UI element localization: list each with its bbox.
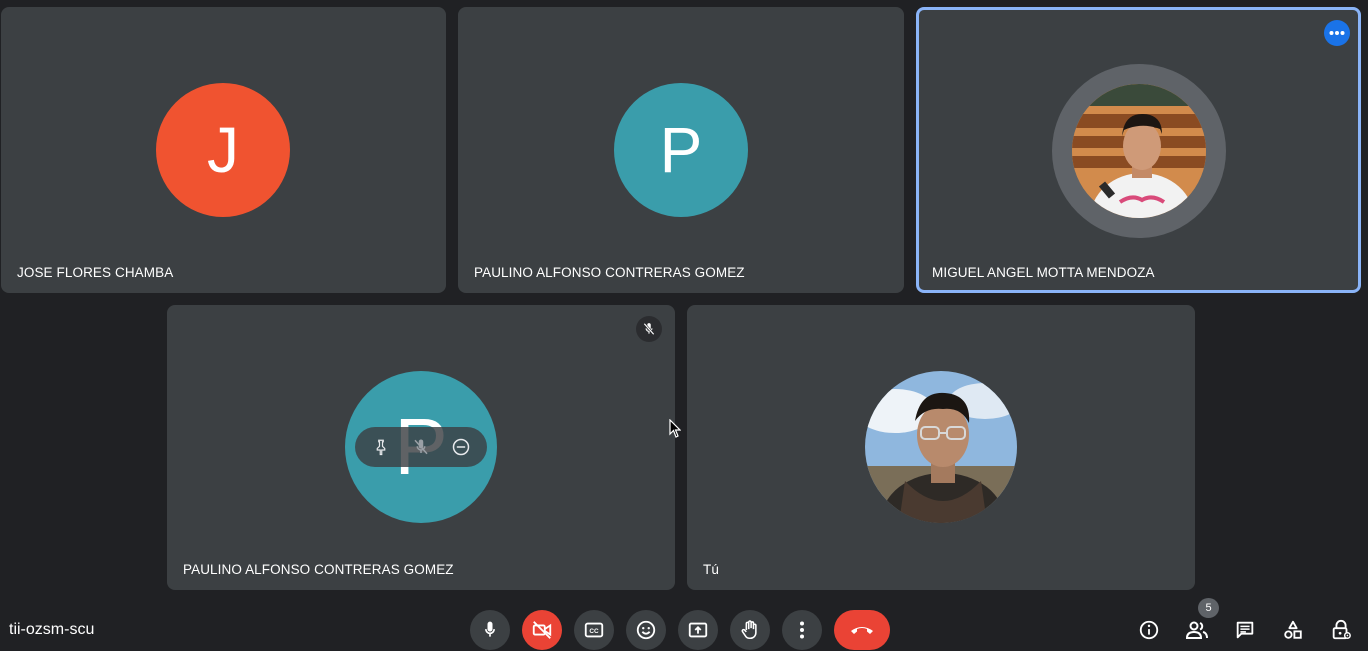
more-vert-icon [800,621,804,639]
chat-button[interactable] [1232,617,1258,643]
participant-name: PAULINO ALFONSO CONTRERAS GOMEZ [474,265,745,280]
mic-button[interactable] [470,610,510,650]
present-button[interactable] [678,610,718,650]
avatar: J [156,83,290,217]
camera-off-icon [532,621,552,639]
avatar-photo [1072,84,1206,218]
participants-button[interactable] [1184,617,1210,643]
participant-tile[interactable]: J JOSE FLORES CHAMBA [1,7,446,293]
participant-tile[interactable]: P PAULINO ALFONSO CONTRERAS GOMEZ [458,7,904,293]
meeting-details-button[interactable] [1136,617,1162,643]
meeting-code: tii-ozsm-scu [9,621,95,638]
emoji-icon [636,620,656,640]
mouse-cursor-icon [669,418,682,444]
more-horiz-icon [1329,31,1345,35]
mic-icon [485,621,495,637]
host-controls-icon [1332,619,1351,640]
people-icon [1185,621,1208,639]
avatar-photo [865,371,1017,523]
activities-button[interactable] [1280,617,1306,643]
participant-name: MIGUEL ANGEL MOTTA MENDOZA [932,265,1155,280]
reactions-button[interactable] [626,610,666,650]
mute-participant-button[interactable] [406,432,436,462]
avatar: P [614,83,748,217]
camera-button[interactable] [522,610,562,650]
host-controls-button[interactable] [1328,617,1354,643]
tile-hover-actions [355,427,487,467]
pin-button[interactable] [366,432,396,462]
svg-text:CC: CC [589,628,599,635]
info-icon [1139,620,1159,640]
remove-participant-button[interactable] [446,432,476,462]
captions-button[interactable]: CC [574,610,614,650]
avatar-initial: J [207,114,239,186]
participants-count-badge: 5 [1198,598,1219,618]
pin-icon [376,439,386,456]
leave-call-button[interactable] [834,610,890,650]
chat-icon [1236,621,1254,639]
participant-tile-self[interactable]: Tú [687,305,1195,590]
participant-name: JOSE FLORES CHAMBA [17,265,174,280]
bottom-toolbar: tii-ozsm-scu CC 5 [0,598,1368,651]
present-icon [688,622,708,638]
participant-name: Tú [703,562,719,577]
participant-tile-active-speaker[interactable]: MIGUEL ANGEL MOTTA MENDOZA [916,7,1361,293]
captions-icon: CC [584,622,604,638]
more-options-button[interactable] [1324,20,1350,46]
activities-icon [1284,620,1302,639]
participant-name: PAULINO ALFONSO CONTRERAS GOMEZ [183,562,454,577]
mic-off-icon [643,322,655,336]
mute-icon [414,439,428,455]
raise-hand-button[interactable] [730,610,770,650]
muted-indicator [636,316,662,342]
raise-hand-icon [741,620,757,640]
remove-icon [452,438,470,456]
avatar-initial: P [659,114,703,186]
participant-tile[interactable]: P PAULINO ALFONSO C [167,305,675,590]
more-options-button[interactable] [782,610,822,650]
hangup-icon [851,627,873,634]
